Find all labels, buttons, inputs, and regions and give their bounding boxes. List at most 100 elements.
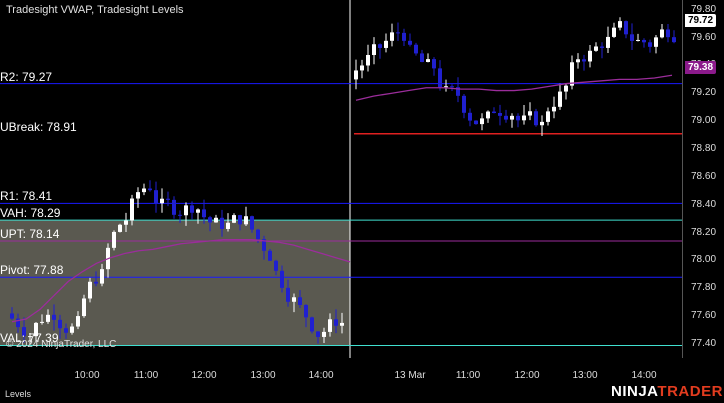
candle-body	[76, 316, 80, 327]
level-label-ubreak: UBreak: 78.91	[0, 119, 77, 134]
price-tick-label: 78.60	[691, 170, 717, 182]
indicators-title: Tradesight VWAP, Tradesight Levels	[6, 4, 184, 16]
time-tick-label: 13:00	[572, 370, 598, 381]
candle-body	[58, 319, 62, 329]
price-tick-label: 77.40	[691, 338, 717, 350]
candle-body	[642, 39, 646, 43]
time-tick-label: 10:00	[74, 370, 100, 381]
candle-body	[360, 65, 364, 71]
chart-window: Tradesight VWAP, Tradesight Levels R2: 7…	[0, 0, 724, 403]
candle-body	[462, 95, 466, 113]
candle-body	[40, 321, 44, 323]
candle-body	[420, 53, 424, 62]
level-label-pivot: Pivot: 77.88	[0, 263, 64, 278]
candle-body	[522, 115, 526, 121]
candle-body	[390, 32, 394, 41]
candle-body	[70, 326, 74, 333]
candle-body	[292, 297, 296, 302]
panel-tab-levels[interactable]: Levels	[5, 389, 31, 399]
candle-body	[322, 331, 326, 337]
level-label-vah: VAH: 78.29	[0, 206, 61, 221]
price-chart-svg	[0, 0, 682, 358]
candle-body	[636, 39, 640, 41]
time-tick-label: 13:00	[250, 370, 276, 381]
candle-body	[648, 42, 652, 47]
candle-body	[214, 217, 218, 223]
candle-body	[52, 314, 56, 320]
candle-body	[46, 314, 50, 322]
candle-body	[100, 269, 104, 284]
candle-body	[280, 270, 284, 288]
price-panel[interactable]: Tradesight VWAP, Tradesight Levels R2: 7…	[0, 0, 682, 358]
candle-body	[558, 91, 562, 107]
candle-body	[516, 115, 520, 121]
candle-body	[660, 29, 664, 38]
candle-body	[64, 328, 68, 333]
price-tick-label: 77.60	[691, 310, 717, 322]
candle-body	[396, 32, 400, 34]
candle-body	[594, 46, 598, 51]
time-tick-label: 13 Mar	[394, 370, 426, 381]
candle-body	[130, 198, 134, 221]
time-tick-label: 11:00	[133, 370, 159, 381]
candle-body	[328, 319, 332, 332]
candle-body	[444, 86, 448, 88]
candle-body	[672, 37, 676, 43]
candle-body	[486, 111, 490, 119]
candle-body	[492, 111, 496, 114]
candle-body	[94, 281, 98, 284]
ninjatrader-logo: NINJATRADER	[611, 383, 723, 400]
price-tick-label: 77.80	[691, 282, 717, 294]
candle-body	[366, 55, 370, 66]
candle-body	[384, 40, 388, 48]
candle-body	[468, 112, 472, 121]
candle-body	[414, 44, 418, 54]
price-tick-label: 78.00	[691, 254, 717, 266]
candle-body	[226, 222, 230, 229]
candle-body	[112, 231, 116, 248]
candle-body	[190, 205, 194, 213]
candle-body	[310, 317, 314, 332]
time-tick-label: 14:00	[631, 370, 657, 381]
candle-body	[202, 209, 206, 218]
candle-body	[480, 118, 484, 125]
last-price-badge: 79.72	[685, 13, 717, 27]
candle-body	[588, 50, 592, 62]
vwap-line-session-2	[355, 74, 673, 101]
copyright-text: © 2024 NinjaTrader, LLC	[6, 339, 117, 350]
candle-body	[250, 216, 254, 230]
level-label-r2: R2: 79.27	[0, 69, 53, 84]
candle-body	[196, 209, 200, 213]
candle-body	[124, 220, 128, 225]
candle-body	[666, 29, 670, 38]
candle-body	[582, 59, 586, 62]
time-axis[interactable]: 10:00 11:00 12:00 13:00 14:00 13 Mar 11:00 12:0…	[0, 358, 682, 382]
candle-body	[118, 224, 122, 232]
candle-body	[340, 322, 344, 326]
vwap-price-badge: 79.38	[685, 61, 717, 75]
candle-body	[268, 250, 272, 261]
candle-body	[88, 281, 92, 299]
candle-body	[408, 40, 412, 45]
candle-body	[208, 217, 212, 223]
candle-body	[298, 297, 302, 305]
level-label-r1: R1: 78.41	[0, 189, 53, 204]
candle-body	[624, 21, 628, 35]
candle-body	[166, 198, 170, 200]
price-tick-label: 79.60	[691, 31, 717, 43]
candle-body	[402, 32, 406, 41]
candle-body	[178, 214, 182, 216]
candle-body	[256, 229, 260, 240]
candle-body	[184, 205, 188, 216]
price-axis[interactable]: 79.8079.6079.4079.2079.0078.8078.6078.40…	[682, 0, 724, 358]
candle-body	[316, 331, 320, 337]
candle-body	[432, 59, 436, 69]
candle-body	[10, 313, 14, 319]
candle-body	[438, 68, 442, 88]
level-label-upt: UPT: 78.14	[0, 226, 60, 241]
candle-body	[654, 37, 658, 47]
candle-body	[540, 121, 544, 126]
candle-body	[154, 190, 158, 204]
candle-body	[564, 85, 568, 92]
candle-body	[474, 120, 478, 125]
